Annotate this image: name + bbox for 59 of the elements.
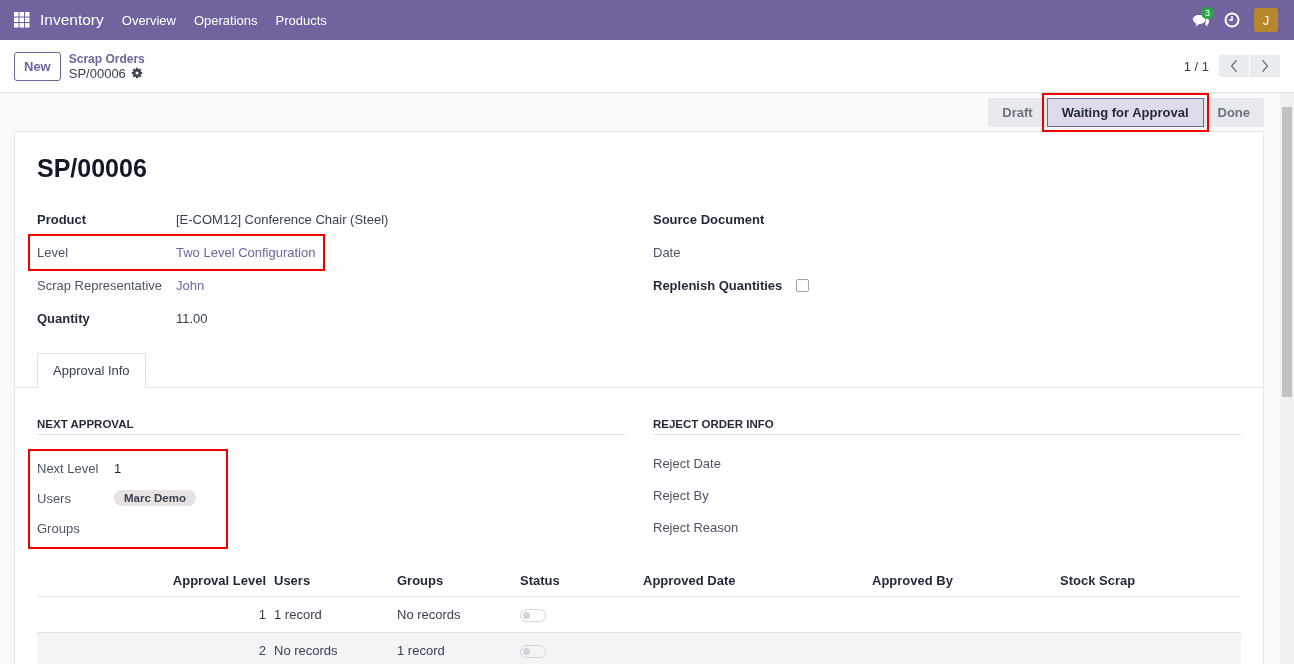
column-header[interactable]: Status bbox=[516, 565, 639, 597]
column-header[interactable]: Approved By bbox=[868, 565, 1056, 597]
message-count-badge: 3 bbox=[1201, 6, 1214, 19]
record-name: SP/00006 bbox=[68, 65, 126, 81]
field-label: Reject Date bbox=[653, 456, 722, 471]
field-label: Scrap Representative bbox=[37, 278, 163, 293]
table-cell: No records bbox=[270, 632, 393, 664]
field-label: Source Document bbox=[653, 212, 765, 227]
scrollbar[interactable] bbox=[1280, 93, 1294, 664]
field-label: Reject By bbox=[653, 488, 710, 503]
column-header[interactable]: Approved Date bbox=[639, 565, 868, 597]
table-cell: 1 record bbox=[270, 596, 393, 633]
table-cell: No records bbox=[393, 596, 516, 633]
pager-counter: 1 / 1 bbox=[1183, 58, 1209, 74]
clock-icon[interactable] bbox=[1224, 12, 1240, 28]
table-row[interactable]: 2 No records 1 record bbox=[37, 632, 1241, 664]
field-label: Replenish Quantities bbox=[653, 278, 783, 293]
record-title: SP/00006 bbox=[37, 154, 148, 183]
column-header[interactable]: Approval Level bbox=[37, 565, 270, 597]
section-heading: NEXT APPROVAL bbox=[37, 418, 625, 435]
field-label: Date bbox=[653, 245, 681, 260]
menu-item[interactable]: Overview bbox=[121, 12, 176, 28]
tab[interactable]: Approval Info bbox=[37, 353, 146, 388]
field-label: Next Level bbox=[37, 460, 100, 476]
status-stage[interactable]: Done bbox=[1203, 97, 1264, 127]
field-label: Level bbox=[37, 245, 70, 260]
status-stage[interactable]: Draft bbox=[988, 97, 1047, 127]
checkbox[interactable] bbox=[796, 279, 810, 292]
next-button[interactable] bbox=[1250, 55, 1280, 77]
field-label: Reject Reason bbox=[653, 520, 740, 535]
menu-item[interactable]: Products bbox=[275, 12, 327, 28]
table-cell: 2 bbox=[37, 632, 270, 664]
field-link[interactable]: John bbox=[176, 278, 205, 293]
new-button[interactable]: New bbox=[14, 51, 61, 81]
column-header[interactable]: Users bbox=[270, 565, 393, 597]
field-value: 1 bbox=[114, 460, 122, 476]
section-heading: REJECT ORDER INFO bbox=[653, 418, 1241, 435]
field-value: [E-COM12] Conference Chair (Steel) bbox=[176, 212, 389, 227]
field-label: Users bbox=[37, 490, 72, 506]
user-tag[interactable]: Marc Demo bbox=[114, 490, 196, 506]
gear-icon[interactable] bbox=[130, 67, 143, 79]
chevron-right-icon bbox=[1261, 59, 1269, 73]
breadcrumb-link[interactable]: Scrap Orders bbox=[68, 51, 145, 66]
field-label: Groups bbox=[37, 520, 81, 536]
chat-icon[interactable] bbox=[1192, 12, 1210, 28]
table-cell: 1 bbox=[37, 596, 270, 633]
app-grid-icon[interactable] bbox=[14, 12, 30, 28]
column-header[interactable]: Stock Scrap bbox=[1056, 565, 1241, 597]
app-name[interactable]: Inventory bbox=[40, 11, 104, 29]
table-row[interactable]: 1 1 record No records bbox=[37, 596, 1241, 633]
field-label: Product bbox=[37, 212, 88, 227]
chevron-left-icon bbox=[1230, 59, 1238, 73]
field-value: 11.00 bbox=[176, 311, 208, 326]
field-label: Quantity bbox=[37, 311, 91, 326]
table-cell: 1 record bbox=[393, 632, 516, 664]
column-header[interactable]: Groups bbox=[393, 565, 516, 597]
previous-button[interactable] bbox=[1219, 55, 1249, 77]
field-link[interactable]: Two Level Configuration bbox=[176, 245, 316, 260]
menu-item[interactable]: Operations bbox=[193, 12, 258, 28]
